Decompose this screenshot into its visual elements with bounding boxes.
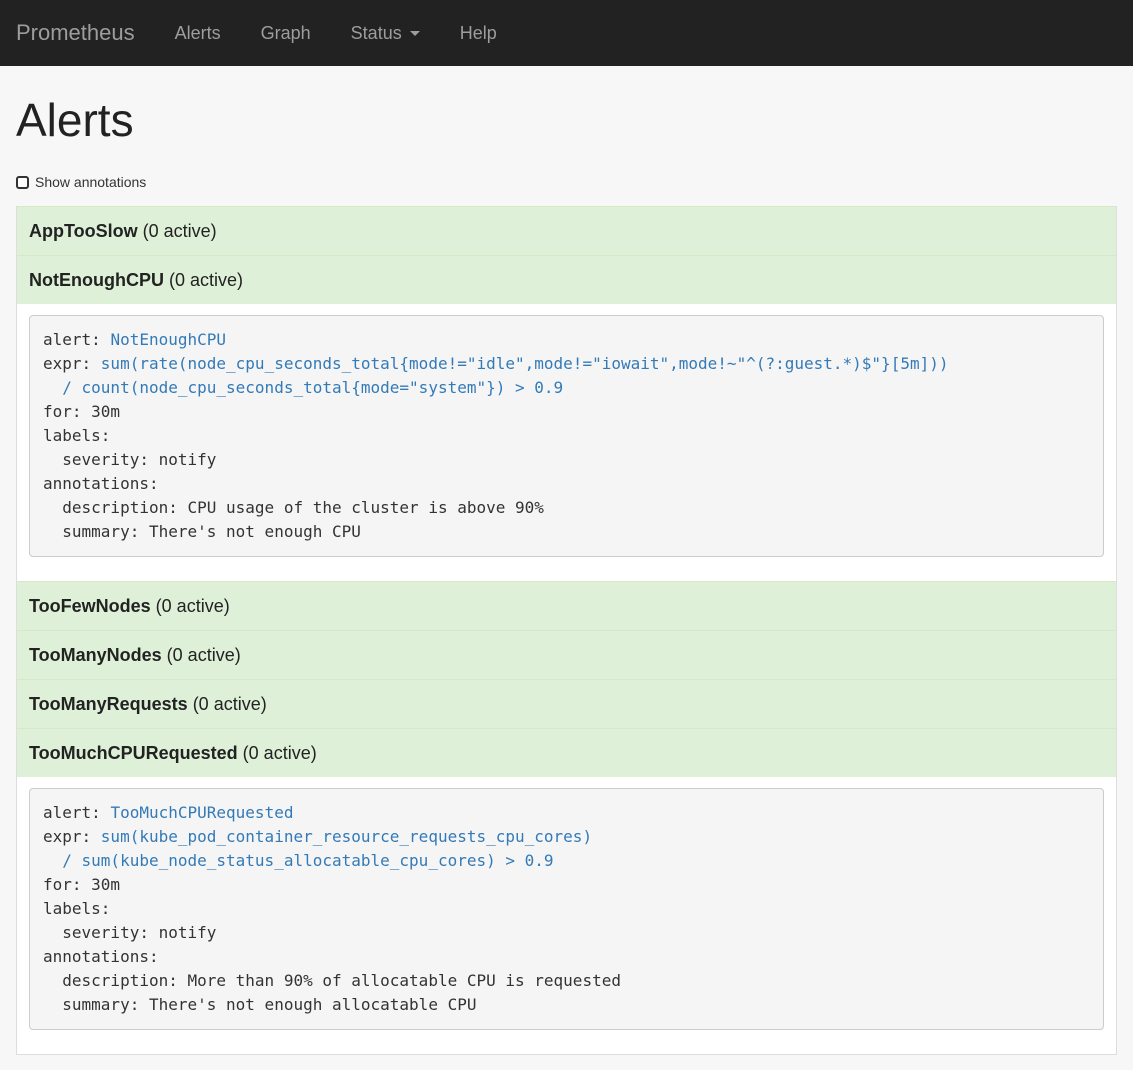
show-annotations-toggle[interactable]: Show annotations xyxy=(16,174,146,190)
rule-alert-key: alert: xyxy=(43,330,111,349)
show-annotations-checkbox[interactable] xyxy=(16,175,29,189)
rule-definition: alert: NotEnoughCPU expr: sum(rate(node_… xyxy=(29,315,1104,557)
alert-active-count: (0 active) xyxy=(142,220,217,241)
alert-name: NotEnoughCPU xyxy=(29,269,164,290)
alert-name: TooManyNodes xyxy=(29,644,162,665)
rule-annotations: annotations: xyxy=(43,947,159,966)
rule-annotations: annotations: xyxy=(43,474,159,493)
alert-row-toomuchcpurequested[interactable]: TooMuchCPURequested (0 active) xyxy=(17,728,1116,777)
rule-for: for: 30m xyxy=(43,402,121,421)
rule-summary: summary: There's not enough allocatable … xyxy=(43,995,477,1014)
alert-name: AppTooSlow xyxy=(29,220,138,241)
rule-severity: severity: notify xyxy=(43,923,217,942)
rule-expr-link-cont[interactable]: / count(node_cpu_seconds_total{mode="sys… xyxy=(43,378,563,397)
page-title: Alerts xyxy=(16,94,134,146)
alert-rule-detail: alert: TooMuchCPURequested expr: sum(kub… xyxy=(17,777,1116,1054)
alert-row-notenoughcpu[interactable]: NotEnoughCPU (0 active) xyxy=(17,255,1116,304)
alert-list: AppTooSlow (0 active) NotEnoughCPU (0 ac… xyxy=(16,206,1117,1055)
rule-expr-link[interactable]: sum(kube_pod_container_resource_requests… xyxy=(101,827,592,846)
alert-row-toomanynodes[interactable]: TooManyNodes (0 active) xyxy=(17,630,1116,679)
alert-name: TooFewNodes xyxy=(29,595,151,616)
rule-expr-key: expr: xyxy=(43,827,101,846)
rule-expr-link-cont[interactable]: / sum(kube_node_status_allocatable_cpu_c… xyxy=(43,851,553,870)
nav-help[interactable]: Help xyxy=(460,23,497,44)
nav-alerts[interactable]: Alerts xyxy=(175,23,221,44)
rule-description: description: CPU usage of the cluster is… xyxy=(43,498,544,517)
rule-description: description: More than 90% of allocatabl… xyxy=(43,971,621,990)
alert-name: TooManyRequests xyxy=(29,693,188,714)
nav-status-dropdown[interactable]: Status xyxy=(351,23,420,44)
rule-for: for: 30m xyxy=(43,875,121,894)
rule-labels: labels: xyxy=(43,426,111,445)
alert-active-count: (0 active) xyxy=(155,595,230,616)
rule-severity: severity: notify xyxy=(43,450,217,469)
rule-summary: summary: There's not enough CPU xyxy=(43,522,361,541)
navbar: Prometheus Alerts Graph Status Help xyxy=(0,0,1133,66)
alert-row-toomanyrequests[interactable]: TooManyRequests (0 active) xyxy=(17,679,1116,728)
alert-active-count: (0 active) xyxy=(242,742,317,763)
show-annotations-label: Show annotations xyxy=(35,174,147,190)
alert-row-toofewnodes[interactable]: TooFewNodes (0 active) xyxy=(17,581,1116,630)
rule-definition: alert: TooMuchCPURequested expr: sum(kub… xyxy=(29,788,1104,1030)
alert-rule-detail: alert: NotEnoughCPU expr: sum(rate(node_… xyxy=(17,304,1116,581)
rule-alert-link[interactable]: TooMuchCPURequested xyxy=(110,803,293,822)
rule-alert-link[interactable]: NotEnoughCPU xyxy=(110,330,226,349)
alert-active-count: (0 active) xyxy=(166,644,241,665)
rule-expr-link[interactable]: sum(rate(node_cpu_seconds_total{mode!="i… xyxy=(101,354,949,373)
brand-link[interactable]: Prometheus xyxy=(16,20,135,46)
alert-active-count: (0 active) xyxy=(192,693,267,714)
nav-graph[interactable]: Graph xyxy=(261,23,311,44)
caret-down-icon xyxy=(409,30,420,36)
nav-status-label: Status xyxy=(350,22,402,43)
rule-labels: labels: xyxy=(43,899,111,918)
alert-name: TooMuchCPURequested xyxy=(29,742,238,763)
alert-row-apptooslow[interactable]: AppTooSlow (0 active) xyxy=(17,206,1116,255)
alert-active-count: (0 active) xyxy=(168,269,244,290)
rule-expr-key: expr: xyxy=(43,354,101,373)
rule-alert-key: alert: xyxy=(43,803,111,822)
